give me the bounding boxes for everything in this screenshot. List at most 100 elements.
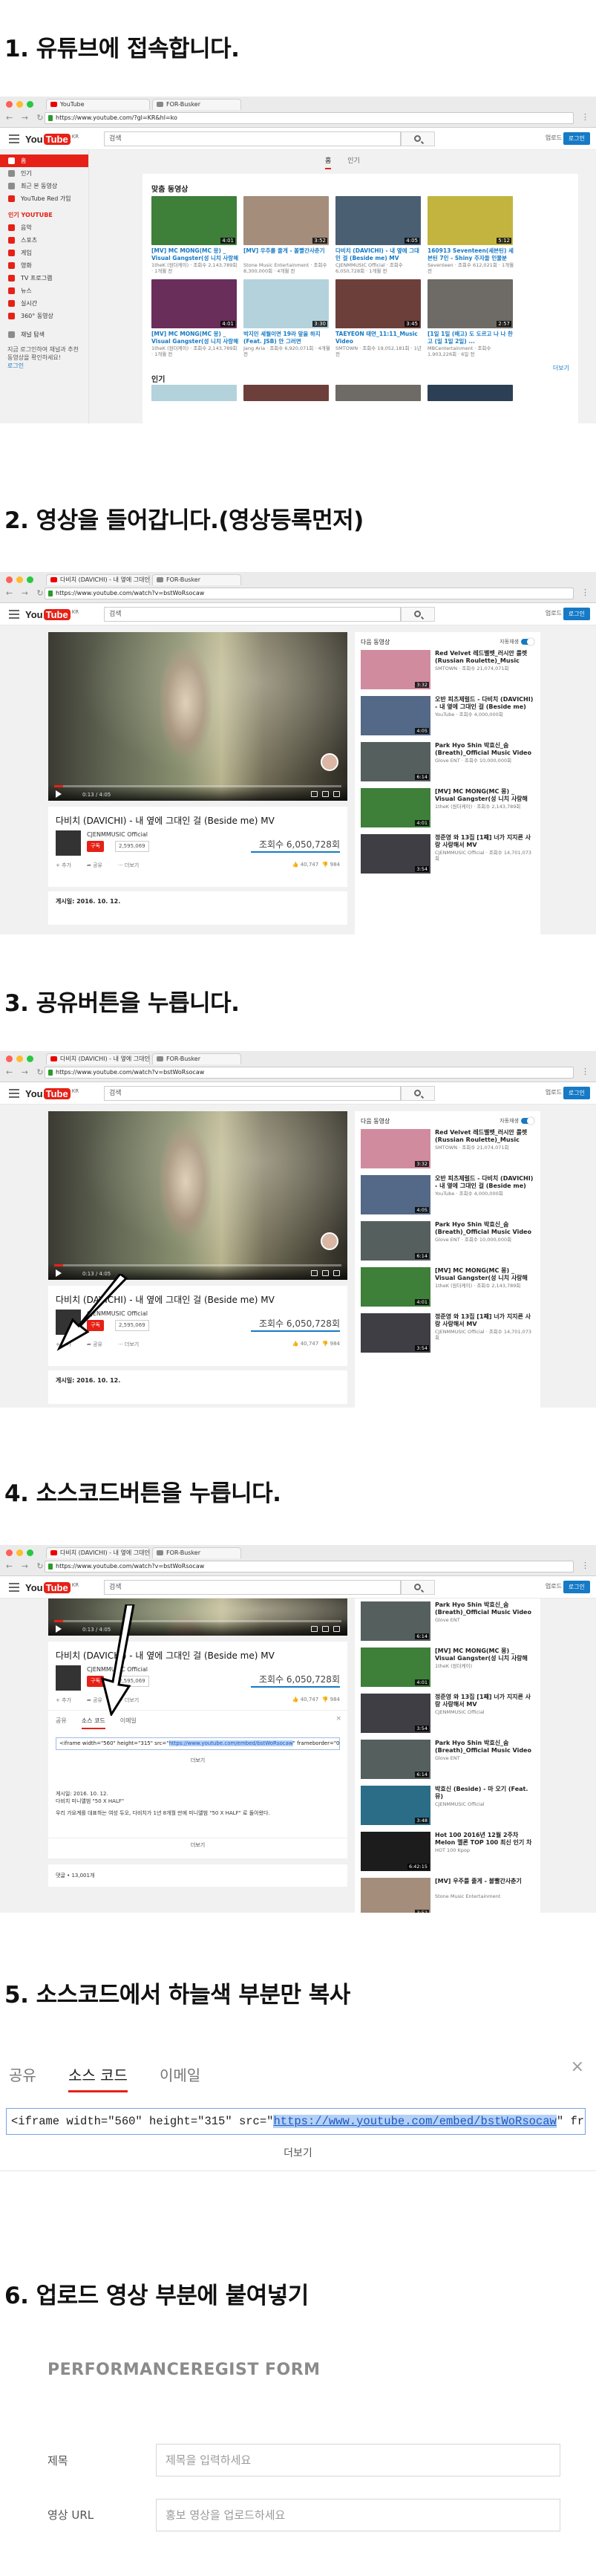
like-dislike[interactable]: 👍 40,747 👎 984 xyxy=(292,862,340,868)
related-video-item[interactable]: 6:14 Park Hyo Shin 박효신_숨 (Breath)_Officia… xyxy=(361,1221,536,1263)
theater-icon[interactable] xyxy=(322,1626,329,1632)
related-video-item[interactable]: 6:14 Park Hyo Shin 박효신_숨 (Breath)_Officia… xyxy=(361,1740,536,1781)
window-maximize-icon[interactable] xyxy=(27,101,33,108)
related-title[interactable]: Red Velvet 레드벨벳_러시안 룰렛 (Russian Roulette… xyxy=(435,1129,534,1144)
theater-icon[interactable] xyxy=(322,791,329,797)
guide-item-sports[interactable]: 스포츠 xyxy=(0,234,88,247)
settings-icon[interactable] xyxy=(311,1626,318,1632)
related-title[interactable]: 박효신 (Beside) - 마 오기 (Feat. 뮤) xyxy=(435,1786,534,1801)
related-title[interactable]: 오반 피츠제럴드 - 다비치 (DAVICHI) - 내 옆에 그대인 걸 (B… xyxy=(435,696,534,711)
menu-icon[interactable] xyxy=(9,134,19,146)
related-thumbnail[interactable]: 3:54 xyxy=(361,1313,430,1353)
add-to-button[interactable]: + 추가 xyxy=(56,862,71,869)
settings-icon[interactable] xyxy=(311,791,318,797)
video-title[interactable]: [MV] 우주를 줄게 - 볼빨간사춘기 xyxy=(243,247,331,261)
browser-menu-icon[interactable]: ⋮ xyxy=(581,588,589,597)
tab-email[interactable]: 이메일 xyxy=(120,1717,137,1729)
window-close-icon[interactable] xyxy=(6,576,13,583)
related-thumbnail[interactable]: 4:01 xyxy=(361,1648,430,1687)
browser-tab-youtube[interactable]: YouTube xyxy=(46,99,150,110)
related-thumbnail[interactable]: 4:01 xyxy=(361,1267,430,1307)
window-close-icon[interactable] xyxy=(6,1056,13,1062)
like-dislike[interactable]: 👍 40,747 👎 984 xyxy=(292,1341,340,1347)
browser-nav-icons[interactable]: ← → ↻ xyxy=(6,588,47,598)
browser-nav-icons[interactable]: ← → ↻ xyxy=(6,1561,47,1571)
related-video-item[interactable]: 4:05 오반 피츠제럴드 - 다비치 (DAVICHI) - 내 옆에 그대인 … xyxy=(361,1175,536,1217)
channel-watermark-avatar[interactable] xyxy=(321,1232,338,1250)
window-maximize-icon[interactable] xyxy=(27,576,33,583)
window-close-icon[interactable] xyxy=(6,1549,13,1556)
related-thumbnail[interactable]: 3:32 xyxy=(361,650,430,689)
video-thumbnail[interactable] xyxy=(243,385,329,401)
youtube-logo[interactable]: You Tube KR xyxy=(25,608,79,621)
window-maximize-icon[interactable] xyxy=(27,1549,33,1556)
video-player[interactable]: 0:13 / 4:05 xyxy=(48,1111,347,1280)
related-thumbnail[interactable]: 3:52 xyxy=(361,1878,430,1913)
guide-item-trending[interactable]: 인기 xyxy=(0,167,88,180)
more-button[interactable]: 더보기 xyxy=(0,2145,596,2160)
toggle-switch-icon[interactable] xyxy=(521,638,534,645)
upload-button[interactable]: 업로드 xyxy=(546,609,562,617)
tab-home[interactable]: 홈 xyxy=(325,155,332,169)
upload-button[interactable]: 업로드 xyxy=(546,134,562,142)
video-thumbnail[interactable]: 4:05 xyxy=(335,196,421,245)
autoplay-toggle[interactable]: 자동재생 xyxy=(500,638,534,645)
guide-item-music[interactable]: 음악 xyxy=(0,221,88,234)
address-bar[interactable]: https://www.youtube.com/?gl=KR&hl=ko xyxy=(45,112,574,124)
related-thumbnail[interactable]: 6:14 xyxy=(361,1740,430,1779)
search-button[interactable] xyxy=(401,131,435,146)
login-button[interactable]: 로그인 xyxy=(563,1581,590,1593)
menu-icon[interactable] xyxy=(9,1583,19,1594)
video-player[interactable]: 0:13 / 4:05 xyxy=(48,632,347,801)
search-button[interactable] xyxy=(401,1580,435,1595)
guide-item-news[interactable]: 뉴스 xyxy=(0,284,88,297)
theater-icon[interactable] xyxy=(322,1270,329,1276)
related-video-item[interactable]: 3:32 Red Velvet 레드벨벳_러시안 룰렛 (Russian Roul… xyxy=(361,650,536,692)
settings-icon[interactable] xyxy=(311,1270,318,1276)
related-title[interactable]: [MV] MC MONG(MC 몽) _ Visual Gangster(성 니… xyxy=(435,1648,534,1662)
window-minimize-icon[interactable] xyxy=(16,1056,23,1062)
related-thumbnail[interactable]: 6:42:15 xyxy=(361,1832,430,1871)
guide-item-live[interactable]: 실시간 xyxy=(0,297,88,310)
search-input[interactable]: 검색 xyxy=(104,131,401,146)
video-thumbnail[interactable] xyxy=(428,385,513,401)
login-button[interactable]: 로그인 xyxy=(563,608,590,620)
guide-item-youtube-red[interactable]: YouTube Red 가입 xyxy=(0,192,88,205)
related-video-item[interactable]: 6:14 Park Hyo Shin 박효신_숨 (Breath)_Officia… xyxy=(361,742,536,784)
related-thumbnail[interactable]: 6:14 xyxy=(361,742,430,781)
guide-item-browse-channels[interactable]: 채널 탐색 xyxy=(0,328,88,341)
close-icon[interactable]: × xyxy=(335,1715,341,1723)
video-thumbnail[interactable]: 4:01 xyxy=(151,279,237,328)
related-title[interactable]: Park Hyo Shin 박효신_숨 (Breath)_Official Mu… xyxy=(435,742,534,757)
share-button[interactable]: ➦ 공유 xyxy=(87,862,102,869)
login-button[interactable]: 로그인 xyxy=(563,132,590,145)
related-thumbnail[interactable]: 3:48 xyxy=(361,1786,430,1825)
add-to-button[interactable]: + 추가 xyxy=(56,1697,71,1704)
related-title[interactable]: 정준영 와 13집 [1째] 너가 지지른 사랑 사랑해서 MV xyxy=(435,834,534,849)
browser-menu-icon[interactable]: ⋮ xyxy=(581,1067,589,1076)
like-dislike[interactable]: 👍 40,747 👎 984 xyxy=(292,1697,340,1702)
related-title[interactable]: Red Velvet 레드벨벳_러시안 룰렛 (Russian Roulette… xyxy=(435,650,534,665)
video-url-input[interactable]: 홍보 영상을 업로드하세요 xyxy=(156,2499,560,2531)
browser-tab-forbusker[interactable]: FOR-Busker xyxy=(152,574,241,585)
related-title[interactable]: 오반 피츠제럴드 - 다비치 (DAVICHI) - 내 옆에 그대인 걸 (B… xyxy=(435,1175,534,1190)
guide-login-link[interactable]: 로그인 xyxy=(7,362,24,369)
zoom-tab-email[interactable]: 이메일 xyxy=(160,2063,200,2085)
search-input[interactable]: 검색 xyxy=(104,1580,401,1595)
related-title[interactable]: 정준영 와 13집 [1째] 너가 지지른 사랑 사랑해서 MV xyxy=(435,1313,534,1328)
channel-avatar[interactable] xyxy=(56,830,81,856)
browser-nav-icons[interactable]: ← → ↻ xyxy=(6,113,47,123)
window-maximize-icon[interactable] xyxy=(27,1056,33,1062)
fullscreen-icon[interactable] xyxy=(333,1270,340,1276)
upload-button[interactable]: 업로드 xyxy=(546,1088,562,1096)
zoom-tab-share[interactable]: 공유 xyxy=(9,2063,36,2085)
video-thumbnail[interactable]: 3:45 xyxy=(335,279,421,328)
related-title[interactable]: Hot 100 2016년 12월 2주차 Melon 멜론 TOP 100 최… xyxy=(435,1832,534,1847)
related-thumbnail[interactable]: 6:14 xyxy=(361,1601,430,1641)
search-input[interactable]: 검색 xyxy=(104,1086,401,1101)
related-video-item[interactable]: 3:54 정준영 와 13집 [1째] 너가 지지른 사랑 사랑해서 MV CJEN… xyxy=(361,1694,536,1735)
video-title[interactable]: [1일 1일 (배고) 도 도르고 나 나 한 고 (일 1일 2일) ... xyxy=(428,331,515,345)
channel-watermark-avatar[interactable] xyxy=(321,753,338,771)
window-minimize-icon[interactable] xyxy=(16,576,23,583)
related-video-item[interactable]: 4:01 [MV] MC MONG(MC 몽) _ Visual Gangster… xyxy=(361,1648,536,1689)
